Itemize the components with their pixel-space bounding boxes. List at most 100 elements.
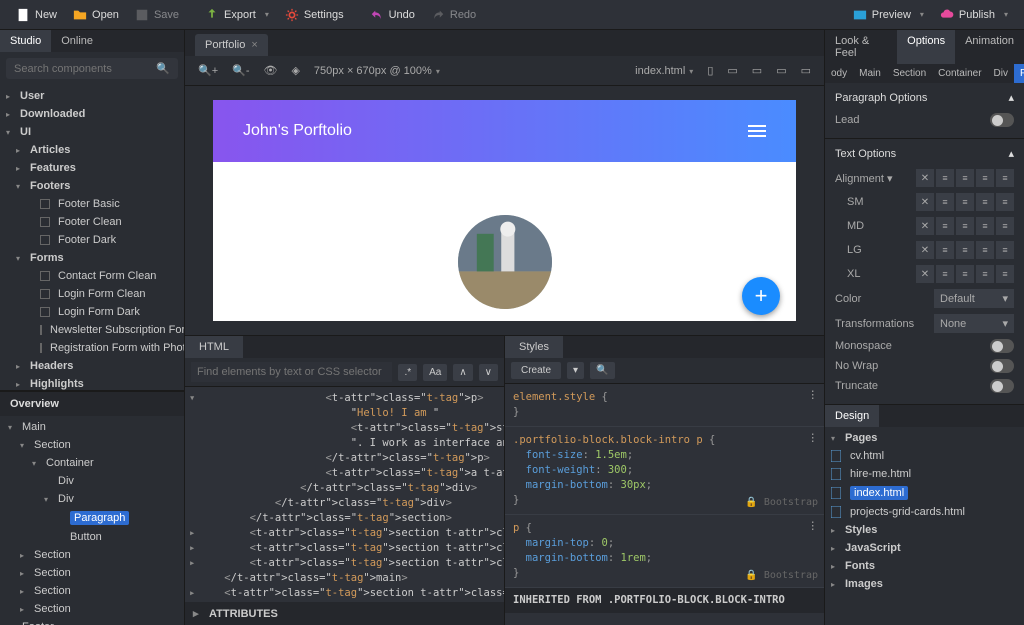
zoom-in-icon[interactable]: 🔍+ — [195, 61, 221, 80]
open-button[interactable]: Open — [65, 4, 127, 26]
eye-icon[interactable]: 👁 — [260, 61, 280, 80]
style-dropdown[interactable]: ▾ — [567, 362, 584, 379]
tab-studio[interactable]: Studio — [0, 30, 51, 52]
tab-look[interactable]: Look & Feel — [825, 30, 897, 64]
tab-design[interactable]: Design — [825, 405, 879, 427]
breadcrumb-main[interactable]: Main — [853, 64, 887, 83]
align-justify-icon[interactable]: ≡ — [996, 169, 1014, 187]
component-highlights[interactable]: ▸Highlights — [0, 375, 184, 390]
overview-section[interactable]: ▸Section — [0, 564, 184, 582]
html-search-input[interactable] — [191, 362, 392, 382]
align-none[interactable]: ✕ — [916, 169, 934, 187]
align-lg[interactable]: ✕≡≡≡≡ — [916, 241, 1014, 259]
new-button[interactable]: New — [8, 4, 65, 26]
component-registration-form-with-photo[interactable]: Registration Form with Photo — [0, 339, 184, 357]
device-wide-icon[interactable]: ▭ — [798, 61, 814, 80]
overview-div[interactable]: ▾Div — [0, 490, 184, 508]
avatar[interactable] — [458, 215, 552, 309]
case-toggle[interactable]: Aa — [423, 364, 447, 381]
regex-toggle[interactable]: .* — [398, 364, 417, 381]
device-phone-icon[interactable]: ▯ — [704, 61, 716, 80]
export-button[interactable]: Export — [197, 4, 277, 26]
tab-options[interactable]: Options — [897, 30, 955, 64]
canvas[interactable]: John's Porftolio — [213, 100, 796, 321]
design-group-pages[interactable]: ▾Pages — [825, 429, 1024, 447]
overview-section[interactable]: ▾Section — [0, 436, 184, 454]
overview-section[interactable]: ▸Section — [0, 546, 184, 564]
html-code[interactable]: ▾ <t-attr">class="t-tag">p> "Hello! I am… — [185, 387, 504, 602]
fab-add-button[interactable]: + — [742, 277, 780, 315]
rule-menu-icon[interactable]: ⋮ — [808, 519, 819, 534]
breadcrumb-container[interactable]: Container — [932, 64, 987, 83]
component-footer-dark[interactable]: Footer Dark — [0, 231, 184, 249]
breadcrumb[interactable]: odyMainSectionContainerDivParagraph — [825, 64, 1024, 83]
truncate-toggle[interactable] — [990, 379, 1014, 393]
overview-container[interactable]: ▾Container — [0, 454, 184, 472]
nowrap-toggle[interactable] — [990, 359, 1014, 373]
component-login-form-clean[interactable]: Login Form Clean — [0, 285, 184, 303]
rule-menu-icon[interactable]: ⋮ — [808, 388, 819, 403]
rule-menu-icon[interactable]: ⋮ — [808, 431, 819, 446]
hero-section[interactable]: John's Porftolio — [213, 100, 796, 162]
design-group-styles[interactable]: ▸Styles — [825, 521, 1024, 539]
alignment-buttons[interactable]: ✕≡≡≡≡ — [916, 169, 1014, 187]
current-file[interactable]: index.html — [632, 62, 696, 80]
device-desktop-icon[interactable]: ▭ — [773, 61, 789, 80]
breadcrumb-paragraph[interactable]: Paragraph — [1014, 64, 1024, 83]
align-center-icon[interactable]: ≡ — [956, 169, 974, 187]
html-tab[interactable]: HTML — [185, 336, 243, 358]
preview-button[interactable]: Preview — [845, 4, 932, 26]
styles-code[interactable]: element.style {}⋮.portfolio-block.block-… — [505, 384, 824, 625]
save-button[interactable]: Save — [127, 4, 187, 26]
component-features[interactable]: ▸Features — [0, 159, 184, 177]
component-ui[interactable]: ▾UI — [0, 123, 184, 141]
design-group-javascript[interactable]: ▸JavaScript — [825, 539, 1024, 557]
design-group-fonts[interactable]: ▸Fonts — [825, 557, 1024, 575]
breadcrumb-section[interactable]: Section — [887, 64, 932, 83]
overview-div[interactable]: Div — [0, 472, 184, 490]
prev-match[interactable]: ∧ — [453, 364, 472, 381]
overview-footer[interactable]: ▸Footer — [0, 618, 184, 625]
design-file-cv-html[interactable]: cv.html — [825, 447, 1024, 465]
design-file-projects-grid-cards-html[interactable]: projects-grid-cards.html — [825, 503, 1024, 521]
component-footers[interactable]: ▾Footers — [0, 177, 184, 195]
design-file-hire-me-html[interactable]: hire-me.html — [825, 465, 1024, 483]
file-tab-portfolio[interactable]: Portfolio × — [195, 34, 268, 56]
component-search-input[interactable] — [14, 63, 156, 75]
overview-paragraph[interactable]: Paragraph — [0, 508, 184, 528]
zoom-out-icon[interactable]: 🔍- — [229, 61, 252, 80]
component-newsletter-subscription-form[interactable]: Newsletter Subscription Form — [0, 321, 184, 339]
hamburger-icon[interactable] — [748, 125, 766, 137]
component-tree[interactable]: ▸User▸Downloaded▾UI▸Articles▸Features▾Fo… — [0, 85, 184, 390]
styles-tab[interactable]: Styles — [505, 336, 563, 358]
collapse-icon[interactable]: ▴ — [1008, 147, 1014, 160]
style-search-icon[interactable]: 🔍 — [590, 362, 614, 379]
align-sm[interactable]: ✕≡≡≡≡ — [916, 193, 1014, 211]
component-login-form-dark[interactable]: Login Form Dark — [0, 303, 184, 321]
component-articles[interactable]: ▸Articles — [0, 141, 184, 159]
component-forms[interactable]: ▾Forms — [0, 249, 184, 267]
collapse-icon[interactable]: ▴ — [1008, 91, 1014, 104]
component-contact-form-clean[interactable]: Contact Form Clean — [0, 267, 184, 285]
align-md[interactable]: ✕≡≡≡≡ — [916, 217, 1014, 235]
align-xl[interactable]: ✕≡≡≡≡ — [916, 265, 1014, 283]
lead-toggle[interactable] — [990, 113, 1014, 127]
align-left-icon[interactable]: ≡ — [936, 169, 954, 187]
component-headers[interactable]: ▸Headers — [0, 357, 184, 375]
design-tree[interactable]: ▾Pagescv.htmlhire-me.htmlindex.htmlproje… — [825, 427, 1024, 625]
overview-tree[interactable]: ▾Main▾Section▾ContainerDiv▾DivParagraphB… — [0, 416, 184, 625]
overview-section[interactable]: ▸Section — [0, 600, 184, 618]
component-search[interactable]: 🔍 — [6, 58, 178, 79]
redo-button[interactable]: Redo — [423, 4, 484, 26]
tab-animation[interactable]: Animation — [955, 30, 1024, 64]
breadcrumb-div[interactable]: Div — [988, 64, 1014, 83]
align-right-icon[interactable]: ≡ — [976, 169, 994, 187]
close-icon[interactable]: × — [251, 39, 257, 51]
design-file-index-html[interactable]: index.html — [825, 483, 1024, 503]
design-group-images[interactable]: ▸Images — [825, 575, 1024, 593]
color-select[interactable]: Default▾ — [934, 289, 1014, 308]
undo-button[interactable]: Undo — [362, 4, 423, 26]
publish-button[interactable]: Publish — [932, 4, 1016, 26]
monospace-toggle[interactable] — [990, 339, 1014, 353]
component-downloaded[interactable]: ▸Downloaded — [0, 105, 184, 123]
